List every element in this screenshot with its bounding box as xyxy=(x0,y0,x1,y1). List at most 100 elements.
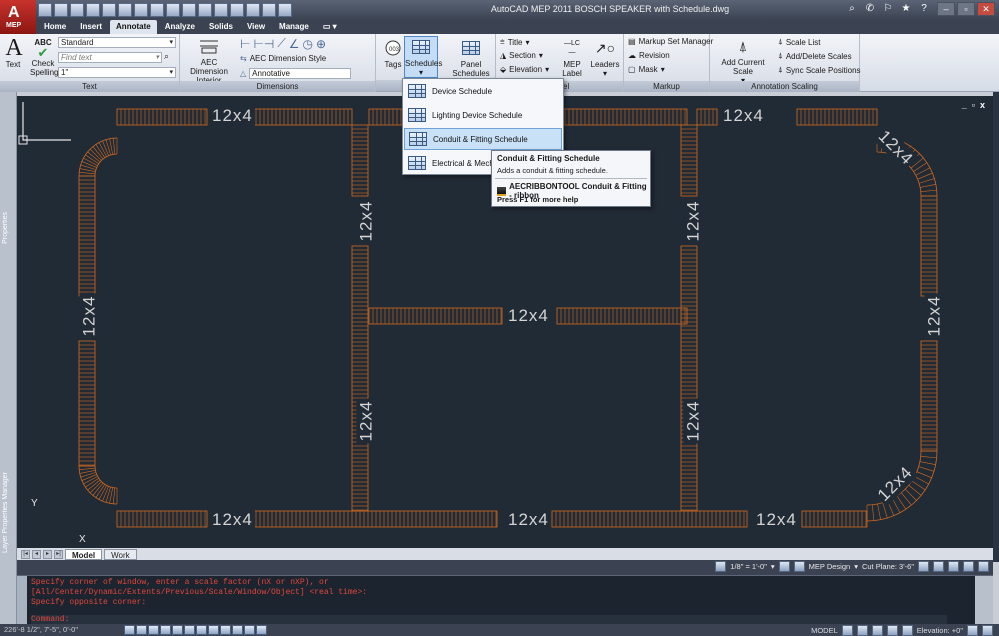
help-icon[interactable]: ? xyxy=(918,3,930,15)
text-height-combo[interactable]: 1" xyxy=(58,67,176,78)
polar-tracking-icon[interactable] xyxy=(160,625,171,635)
qat-redo-icon[interactable] xyxy=(134,3,148,17)
sync-scale-positions-button[interactable]: ⍋ Sync Scale Positions xyxy=(778,65,861,75)
lighting-device-schedule-item[interactable]: Lighting Device Schedule xyxy=(404,104,562,126)
tab-annotate[interactable]: Annotate xyxy=(110,20,157,34)
scale-chevron-icon[interactable]: ▾ xyxy=(771,562,775,571)
continue-dim-icon[interactable]: ⊢⊣ xyxy=(253,37,274,51)
qat-navigator-icon[interactable] xyxy=(182,3,196,17)
3d-object-snap-icon[interactable] xyxy=(184,625,195,635)
radius-dim-icon[interactable]: ◷ xyxy=(303,37,313,51)
linear-dim-icon[interactable]: ⊢ xyxy=(240,37,250,51)
qat-workspace-icon[interactable] xyxy=(262,3,276,17)
conduit-fitting-schedule-item[interactable]: Conduit & Fitting Schedule xyxy=(404,128,562,150)
ortho-mode-icon[interactable] xyxy=(148,625,159,635)
add-delete-scales-button[interactable]: ⍋ Add/Delete Scales xyxy=(778,51,852,61)
elevation-button[interactable]: ⬙ Elevation ▾ xyxy=(500,65,549,74)
properties-palette-tab[interactable]: Properties xyxy=(2,212,9,244)
qat-match-icon[interactable] xyxy=(214,3,228,17)
first-layout-icon[interactable]: |◂ xyxy=(21,549,30,559)
isolate-objects-icon[interactable] xyxy=(933,561,944,572)
leaders-button[interactable]: ↗○ Leaders ▾ xyxy=(590,38,620,79)
surface-hatch-icon[interactable] xyxy=(948,561,959,572)
text-button[interactable]: A Text xyxy=(3,36,23,70)
filter-icon[interactable] xyxy=(978,561,989,572)
qat-browser-icon[interactable] xyxy=(166,3,180,17)
restore-button[interactable]: ▫ xyxy=(957,2,975,16)
check-spelling-button[interactable]: ABC ✔ Check Spelling xyxy=(30,38,58,77)
annotation-scale-value[interactable]: 1/8" = 1'-0" xyxy=(730,562,767,571)
tab-analyze[interactable]: Analyze xyxy=(159,20,201,34)
snap-mode-icon[interactable] xyxy=(124,625,135,635)
tab-solids[interactable]: Solids xyxy=(203,20,239,34)
center-mark-icon[interactable]: ⊕ xyxy=(316,37,326,51)
aligned-dim-icon[interactable]: ⟋ xyxy=(277,36,285,51)
model-space-label[interactable]: MODEL xyxy=(811,626,838,635)
next-layout-icon[interactable]: ▸ xyxy=(43,549,52,559)
command-window-grip[interactable] xyxy=(17,576,27,625)
selection-cycling-icon[interactable] xyxy=(256,625,267,635)
qat-project-icon[interactable] xyxy=(150,3,164,17)
scale-list-button[interactable]: ⍋ Scale List xyxy=(778,37,821,47)
close-button[interactable]: ✕ xyxy=(977,2,995,16)
tab-manage[interactable]: Manage xyxy=(273,20,315,34)
layer-key-icon[interactable] xyxy=(963,561,974,572)
qat-save-icon[interactable] xyxy=(70,3,84,17)
tab-view[interactable]: View xyxy=(241,20,271,34)
dynamic-input-icon[interactable] xyxy=(220,625,231,635)
qat-misc-icon[interactable] xyxy=(246,3,260,17)
viewport-close-icon[interactable]: x xyxy=(980,100,985,110)
aec-dimension-style[interactable]: ⇆ AEC Dimension Style xyxy=(240,54,326,63)
markup-set-manager-button[interactable]: ▤ Markup Set Manager xyxy=(628,37,713,46)
zoom-icon[interactable] xyxy=(886,625,898,636)
device-schedule-item[interactable]: Device Schedule xyxy=(404,80,562,102)
text-panel-title[interactable]: Text xyxy=(0,81,179,92)
layer-properties-manager-tab[interactable]: Layer Properties Manager xyxy=(2,472,9,553)
favorites-star-icon[interactable]: ★ xyxy=(900,3,912,15)
angular-dim-icon[interactable]: ∠ xyxy=(289,37,300,51)
last-layout-icon[interactable]: ▸| xyxy=(54,549,63,559)
schedules-button[interactable]: Schedules ▾ xyxy=(404,36,442,78)
prev-layout-icon[interactable]: ◂ xyxy=(32,549,41,559)
qat-display-icon[interactable] xyxy=(230,3,244,17)
command-scrollbar[interactable] xyxy=(975,576,993,625)
find-text-input[interactable]: Find text xyxy=(58,52,162,63)
title-button[interactable]: ⩧ Title ▾ xyxy=(500,37,530,47)
quick-view-layouts-icon[interactable] xyxy=(841,625,853,636)
binoculars-icon[interactable]: ⌕ xyxy=(846,3,858,15)
qat-undo-icon[interactable] xyxy=(118,3,132,17)
object-snap-icon[interactable] xyxy=(172,625,183,635)
application-menu-button[interactable]: A MEP xyxy=(0,0,36,34)
annotation-visibility-icon[interactable] xyxy=(778,561,790,572)
steering-wheel-icon[interactable] xyxy=(901,625,913,636)
coordinates-readout[interactable]: 226'-8 1/2", 7'-5", 0'-0" xyxy=(4,625,78,634)
dimensions-panel-title[interactable]: Dimensions xyxy=(180,81,375,92)
tab-home[interactable]: Home xyxy=(38,20,72,34)
qat-customize-icon[interactable] xyxy=(278,3,292,17)
quick-properties-icon[interactable] xyxy=(244,625,255,635)
cut-plane-value[interactable]: Cut Plane: 3'-6" xyxy=(862,562,914,571)
add-current-scale-button[interactable]: ⍋ Add Current Scale ▾ xyxy=(712,36,774,86)
minimize-button[interactable]: – xyxy=(937,2,955,16)
aec-dimension-button[interactable]: AEC Dimension Interior xyxy=(184,36,234,85)
viewport-restore-icon[interactable]: ▫ xyxy=(972,100,975,110)
find-binoculars-icon[interactable]: ⌕ xyxy=(164,51,169,62)
subscription-icon[interactable]: ⚐ xyxy=(882,3,894,15)
revision-button[interactable]: ☁ Revision xyxy=(628,51,670,60)
quick-view-drawings-icon[interactable] xyxy=(856,625,868,636)
clean-screen-icon[interactable] xyxy=(982,625,993,636)
workspace-switch-icon[interactable] xyxy=(967,625,978,636)
elevation-readout[interactable]: Elevation: +0" xyxy=(917,626,963,635)
communication-center-icon[interactable]: ✆ xyxy=(864,3,876,15)
layout-tab-model[interactable]: Model xyxy=(65,548,103,560)
layout-tab-work[interactable]: Work xyxy=(104,548,137,560)
display-config-icon[interactable] xyxy=(918,561,929,572)
lineweight-icon[interactable] xyxy=(232,625,243,635)
mask-button[interactable]: ▢ Mask ▾ xyxy=(628,65,665,74)
tab-insert[interactable]: Insert xyxy=(74,20,108,34)
workspace-value[interactable]: MEP Design xyxy=(809,562,851,571)
qat-open-icon[interactable] xyxy=(54,3,68,17)
allow-ucs-icon[interactable] xyxy=(208,625,219,635)
viewport-minimize-icon[interactable]: _ xyxy=(962,100,967,110)
pan-icon[interactable] xyxy=(871,625,883,636)
